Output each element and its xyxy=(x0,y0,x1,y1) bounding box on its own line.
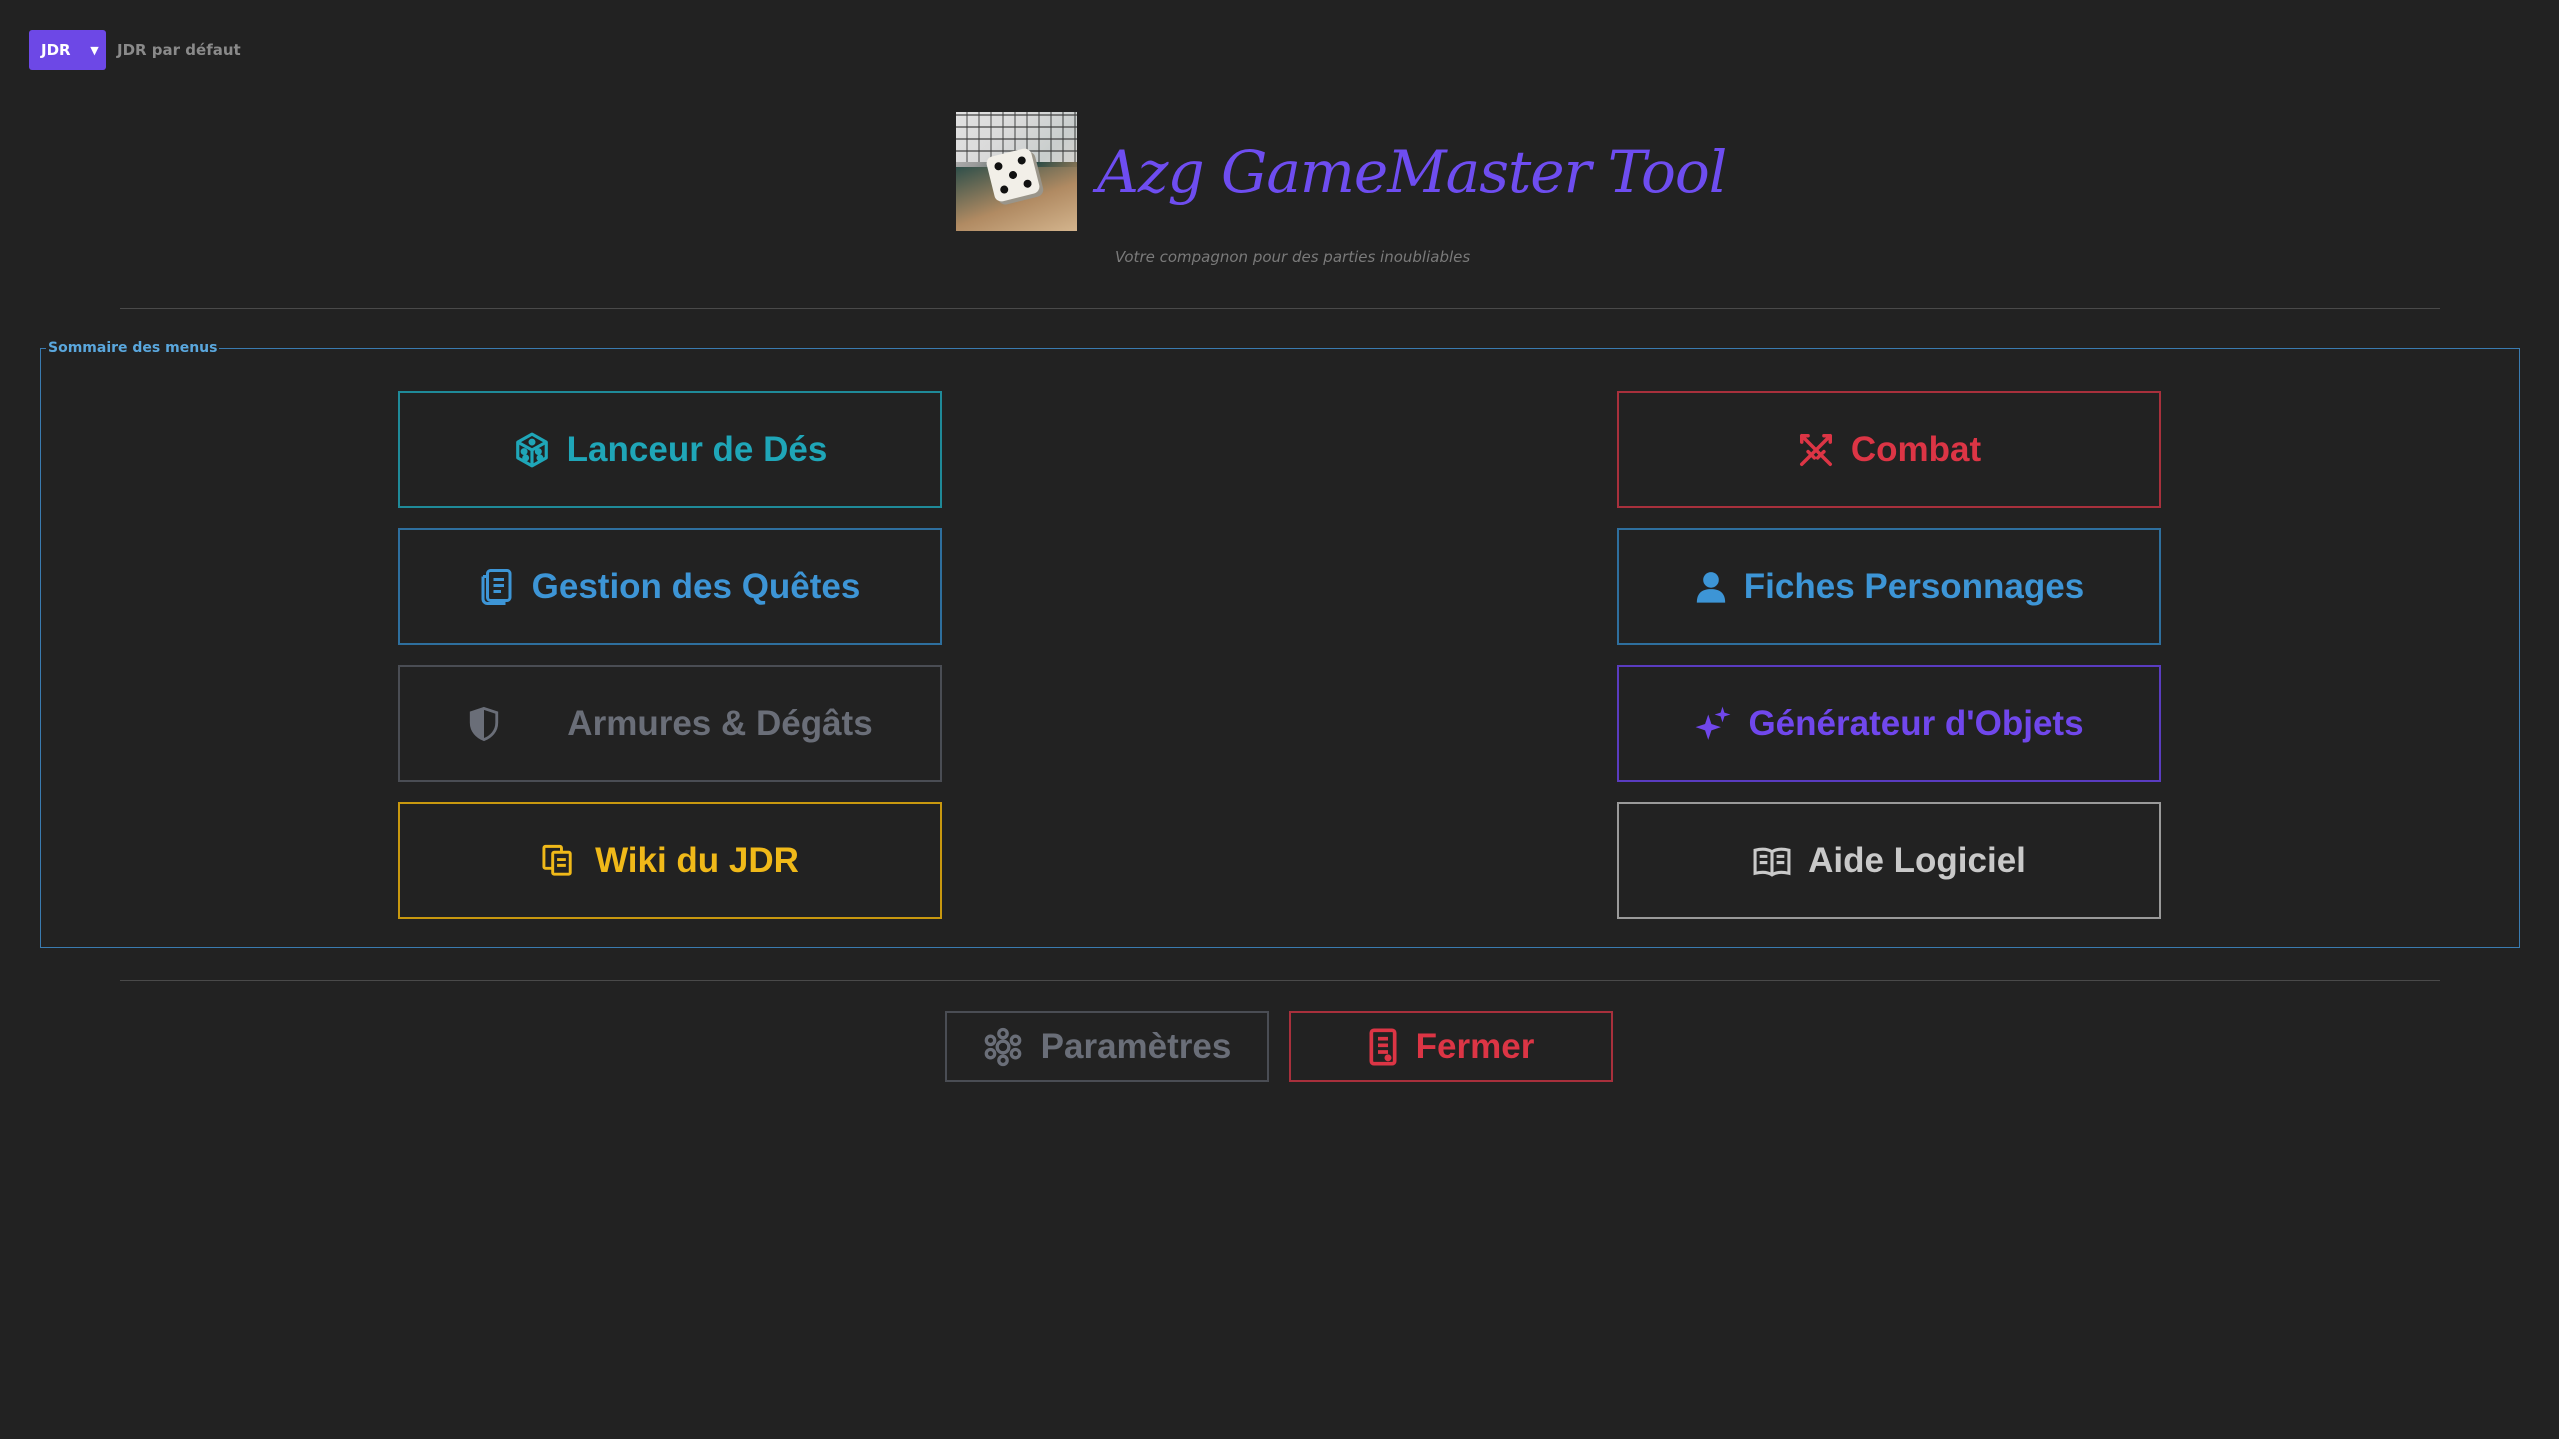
person-icon xyxy=(1694,569,1728,605)
jdr-button-label: JDR xyxy=(41,41,71,59)
divider xyxy=(120,308,2440,309)
app-title: Azg GameMaster Tool xyxy=(1097,137,1727,206)
summary-legend: Sommaire des menus xyxy=(48,340,218,356)
crossed-swords-icon xyxy=(1797,431,1835,469)
armor-damage-button[interactable]: Armures & Dégâts xyxy=(398,665,942,782)
door-exit-icon xyxy=(1368,1027,1398,1067)
wiki-button[interactable]: Wiki du JDR xyxy=(398,802,942,919)
settings-label: Paramètres xyxy=(1040,1026,1232,1066)
dice-roller-button[interactable]: Lanceur de Dés xyxy=(398,391,942,508)
app-subtitle: Votre compagnon pour des parties inoubli… xyxy=(1115,248,1471,266)
app-logo xyxy=(956,112,1077,231)
sparkles-icon xyxy=(1694,705,1732,743)
character-sheets-label: Fiches Personnages xyxy=(1743,566,2085,606)
scroll-icon xyxy=(480,567,516,607)
close-label: Fermer xyxy=(1415,1026,1535,1066)
dice-roller-label: Lanceur de Dés xyxy=(566,429,828,469)
combat-button[interactable]: Combat xyxy=(1617,391,2161,508)
armor-damage-label: Armures & Dégâts xyxy=(567,703,873,743)
item-generator-label: Générateur d'Objets xyxy=(1748,703,2084,743)
settings-button[interactable]: Paramètres xyxy=(945,1011,1269,1082)
app-header: Azg GameMaster Tool xyxy=(956,112,1727,231)
combat-label: Combat xyxy=(1850,429,1982,469)
wiki-label: Wiki du JDR xyxy=(595,840,799,880)
dice-icon xyxy=(513,431,551,469)
jdr-dropdown-button[interactable]: JDR ▼ xyxy=(29,30,106,70)
divider xyxy=(120,980,2440,981)
gear-icon xyxy=(983,1027,1023,1067)
software-help-button[interactable]: Aide Logiciel xyxy=(1617,802,2161,919)
jdr-selector: JDR ▼ JDR par défaut xyxy=(29,30,241,70)
shield-icon xyxy=(467,705,501,743)
pages-icon xyxy=(541,843,579,879)
quests-button[interactable]: Gestion des Quêtes xyxy=(398,528,942,645)
chevron-down-icon: ▼ xyxy=(90,43,99,57)
close-button[interactable]: Fermer xyxy=(1289,1011,1613,1082)
item-generator-button[interactable]: Générateur d'Objets xyxy=(1617,665,2161,782)
current-jdr-label: JDR par défaut xyxy=(117,41,241,59)
character-sheets-button[interactable]: Fiches Personnages xyxy=(1617,528,2161,645)
book-icon xyxy=(1752,844,1792,878)
software-help-label: Aide Logiciel xyxy=(1808,840,2026,880)
quests-label: Gestion des Quêtes xyxy=(531,566,861,606)
